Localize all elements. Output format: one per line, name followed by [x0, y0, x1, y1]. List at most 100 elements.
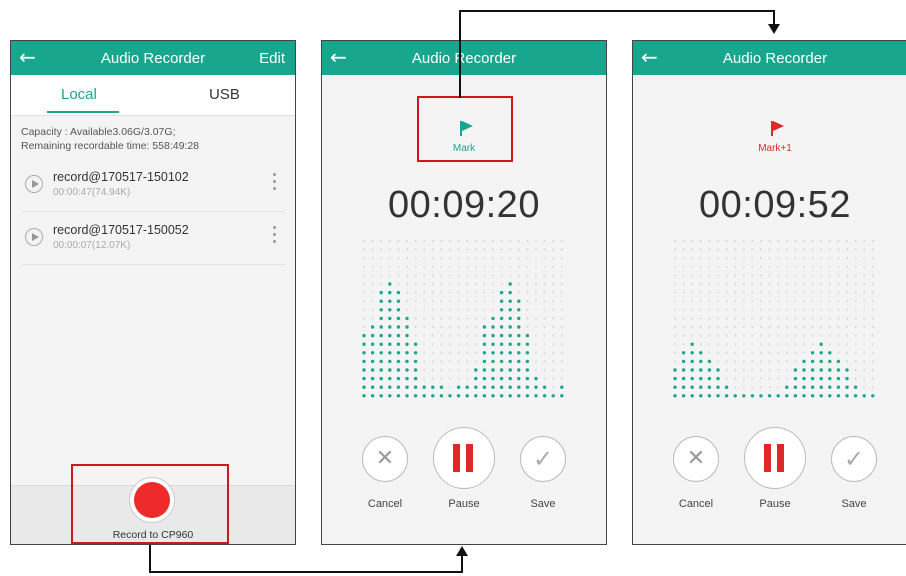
waveform-dot — [871, 248, 874, 251]
waveform-dot — [673, 394, 677, 398]
waveform-dot — [681, 368, 686, 372]
waveform-dot — [370, 351, 375, 355]
waveform-dot — [508, 282, 512, 286]
close-icon: ✕ — [375, 446, 395, 471]
waveform-dot — [448, 257, 452, 260]
waveform-dot — [431, 300, 434, 303]
waveform-dot — [466, 300, 469, 303]
check-icon: ✓ — [843, 445, 865, 473]
tab-local[interactable]: Local — [61, 86, 97, 103]
edit-button[interactable]: Edit — [259, 50, 285, 67]
waveform-dot — [845, 325, 849, 329]
waveform-dot — [517, 257, 520, 260]
waveform-dot — [543, 300, 546, 303]
waveform-dot — [456, 394, 461, 398]
waveform-dot — [499, 385, 504, 389]
waveform-dot — [552, 343, 555, 346]
waveform-dot — [820, 282, 823, 286]
waveform-dot — [836, 359, 841, 364]
waveform-dot — [828, 248, 831, 251]
waveform-dot — [405, 308, 409, 311]
waveform-dot — [682, 282, 685, 286]
waveform-dot — [699, 376, 703, 381]
waveform-dot — [397, 257, 400, 260]
waveform-dot — [819, 359, 823, 364]
waveform-dot — [423, 360, 426, 363]
waveform-dot — [793, 368, 798, 372]
waveform-dot — [742, 334, 745, 337]
waveform-dot — [379, 385, 383, 389]
waveform-dot — [750, 394, 755, 398]
waveform-dot — [691, 239, 694, 243]
waveform-dot — [525, 394, 530, 398]
waveform-dot — [491, 351, 495, 355]
elapsed-timer: 00:09:20 — [388, 184, 540, 226]
waveform-dot — [751, 325, 754, 329]
waveform-dot — [716, 334, 720, 337]
waveform-dot — [716, 239, 720, 243]
waveform-dot — [483, 291, 486, 294]
waveform-dot — [371, 265, 374, 268]
waveform-dot — [863, 308, 866, 311]
audio-waveform — [362, 239, 564, 398]
waveform-dot — [716, 265, 720, 268]
waveform-dot — [525, 342, 530, 346]
waveform-dot — [742, 360, 745, 363]
waveform-dot — [491, 265, 495, 268]
pause-button[interactable] — [744, 427, 806, 489]
cancel-button[interactable]: ✕ — [362, 436, 408, 482]
waveform-dot — [673, 360, 677, 363]
waveform-dot — [370, 368, 375, 372]
tab-usb[interactable]: USB — [209, 86, 240, 103]
waveform-dot — [491, 342, 495, 346]
more-options-icon[interactable] — [273, 173, 277, 194]
waveform-dot — [405, 376, 409, 381]
waveform-dot — [534, 257, 538, 260]
waveform-dot — [811, 274, 814, 277]
waveform-dot — [708, 257, 711, 260]
waveform-dot — [380, 274, 383, 277]
check-icon: ✓ — [532, 445, 554, 473]
waveform-dot — [863, 291, 866, 294]
title-bar: ← Audio Recorder — [633, 41, 906, 75]
screen-title: Audio Recorder — [100, 50, 206, 67]
waveform-dot — [517, 333, 521, 338]
waveform-dot — [448, 386, 452, 389]
waveform-dot — [362, 257, 366, 260]
save-button[interactable]: ✓ — [831, 436, 877, 482]
waveform-dot — [413, 342, 418, 346]
waveform-dot — [845, 248, 849, 251]
recording-list: record@170517-150102 00:00:47(74.94K) re… — [21, 159, 285, 265]
pause-button[interactable] — [433, 427, 495, 489]
save-button[interactable]: ✓ — [520, 436, 566, 482]
waveform-dot — [673, 308, 677, 311]
play-icon[interactable] — [25, 228, 43, 246]
waveform-dot — [759, 300, 763, 303]
waveform-dot — [854, 300, 857, 303]
cancel-button[interactable]: ✕ — [673, 436, 719, 482]
waveform-dot — [517, 291, 520, 294]
waveform-dot — [388, 239, 391, 243]
waveform-dot — [837, 317, 840, 320]
waveform-dot — [871, 386, 874, 389]
waveform-dot — [440, 308, 443, 311]
waveform-dot — [491, 257, 495, 260]
mark-button-label[interactable]: Mark+1 — [633, 143, 906, 154]
waveform-dot — [508, 376, 512, 381]
waveform-dot — [543, 239, 546, 243]
waveform-dot — [509, 265, 512, 268]
waveform-dot — [794, 257, 797, 260]
list-item[interactable]: record@170517-150102 00:00:47(74.94K) — [21, 159, 285, 212]
waveform-dot — [448, 291, 452, 294]
waveform-dot — [543, 351, 546, 354]
waveform-dot — [482, 325, 487, 329]
flag-icon[interactable] — [770, 121, 784, 137]
waveform-dot — [560, 239, 563, 243]
waveform-dot — [673, 376, 677, 381]
list-item[interactable]: record@170517-150052 00:00:07(12.07K) — [21, 212, 285, 265]
more-options-icon[interactable] — [273, 226, 277, 247]
waveform-dot — [405, 316, 409, 321]
waveform-dot — [457, 343, 460, 346]
connector-line — [149, 545, 151, 572]
play-icon[interactable] — [25, 175, 43, 193]
